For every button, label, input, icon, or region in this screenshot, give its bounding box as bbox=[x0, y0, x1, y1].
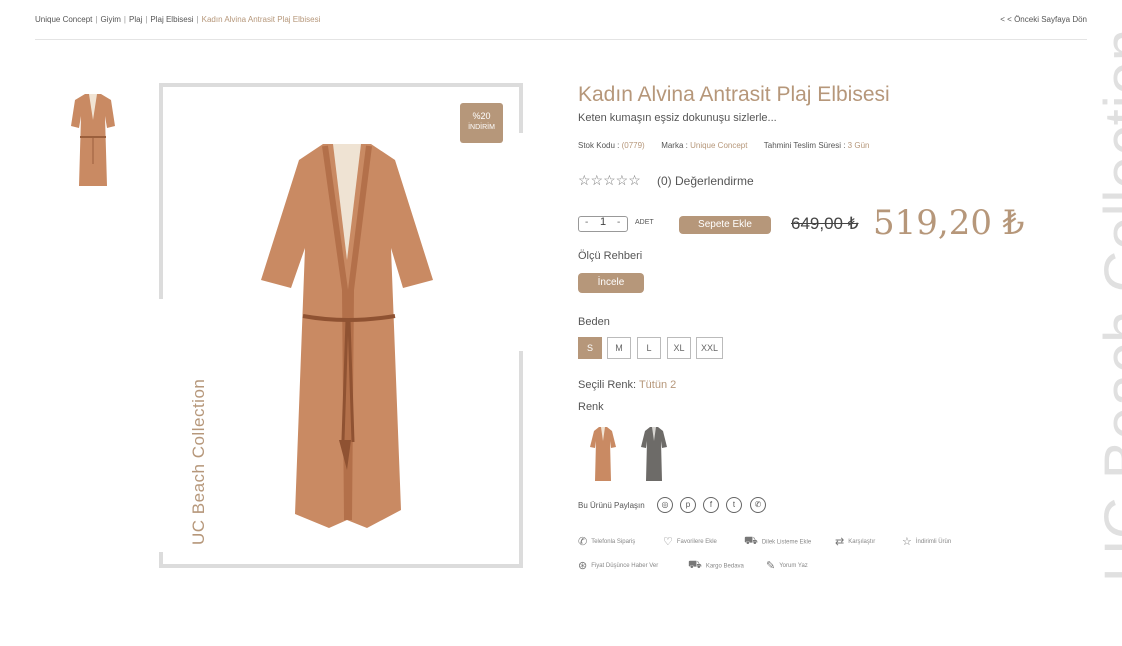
action-free-shipping[interactable]: ⛟ Kargo Bedava bbox=[688, 559, 744, 573]
brand-label: Marka : bbox=[661, 141, 688, 150]
size-option-m[interactable]: M bbox=[607, 337, 631, 359]
sale-price: 519,20 ₺ bbox=[873, 203, 1025, 243]
selected-color-value: Tütün 2 bbox=[638, 379, 677, 391]
brand-value[interactable]: Unique Concept bbox=[690, 141, 747, 150]
selected-color: Seçili Renk: Tütün 2 bbox=[578, 379, 676, 391]
stock-code-label: Stok Kodu : bbox=[578, 141, 620, 150]
price-tag-icon: ⊛ bbox=[578, 560, 588, 572]
heart-icon: ♡ bbox=[663, 536, 673, 548]
color-label: Renk bbox=[578, 401, 604, 413]
pen-icon: ✎ bbox=[766, 560, 776, 572]
breadcrumb-separator: | bbox=[145, 15, 148, 24]
cart-icon: ⛟ bbox=[744, 535, 758, 547]
action-discounted-product[interactable]: ☆ İndirimli Ürün bbox=[902, 535, 951, 548]
quantity-input[interactable]: 1 bbox=[600, 216, 606, 228]
size-option-xxl[interactable]: XXL bbox=[696, 337, 723, 359]
rating-count[interactable]: (0) Değerlendirme bbox=[657, 174, 754, 188]
product-subtitle: Keten kumaşın eşsiz dokunuşu sizlerle... bbox=[578, 112, 777, 124]
color-swatch-anthracite[interactable] bbox=[639, 425, 669, 485]
action-label: Kargo Bedava bbox=[705, 563, 744, 570]
breadcrumb-item[interactable]: Plaj bbox=[129, 15, 142, 24]
discount-percent: %20 bbox=[472, 111, 491, 121]
action-add-wishlist[interactable]: ⛟ Dilek Listeme Ekle bbox=[744, 535, 811, 549]
breadcrumb-item[interactable]: Unique Concept bbox=[35, 15, 92, 24]
action-add-favorites[interactable]: ♡ Favorilere Ekle bbox=[663, 535, 717, 548]
breadcrumb-separator: | bbox=[123, 15, 126, 24]
action-label: Karşılaştır bbox=[848, 539, 876, 546]
frame-border bbox=[519, 351, 523, 568]
breadcrumb: Unique Concept | Giyim | Plaj | Plaj Elbisesi |… bbox=[35, 15, 320, 24]
discount-label: İNDİRİM bbox=[468, 124, 495, 131]
product-main-image[interactable] bbox=[255, 140, 440, 530]
phone-icon: ✆ bbox=[578, 536, 588, 548]
color-swatch-tobacco[interactable] bbox=[588, 425, 618, 485]
facebook-icon[interactable]: f bbox=[703, 497, 719, 513]
breadcrumb-item[interactable]: Plaj Elbisesi bbox=[150, 15, 193, 24]
discount-badge: %20 İNDİRİM bbox=[460, 103, 503, 143]
frame-border bbox=[159, 83, 523, 87]
breadcrumb-separator: | bbox=[95, 15, 98, 24]
quantity-decrease-button[interactable]: - bbox=[585, 217, 588, 228]
breadcrumb-current: Kadın Alvina Antrasit Plaj Elbisesi bbox=[201, 15, 321, 24]
side-banner-text: UC Beach Collection bbox=[1093, 27, 1122, 582]
quantity-increase-button[interactable]: - bbox=[617, 217, 620, 228]
action-label: Dilek Listeme Ekle bbox=[761, 539, 812, 546]
product-thumbnail[interactable] bbox=[53, 86, 133, 194]
action-label: İndirimli Ürün bbox=[915, 539, 952, 546]
action-write-review[interactable]: ✎ Yorum Yaz bbox=[766, 559, 808, 572]
action-label: Yorum Yaz bbox=[779, 563, 808, 570]
action-compare[interactable]: ⇄ Karşılaştır bbox=[835, 535, 875, 548]
breadcrumb-item[interactable]: Giyim bbox=[100, 15, 120, 24]
action-price-alert[interactable]: ⊛ Fiyat Düşünce Haber Ver bbox=[578, 559, 658, 572]
twitter-icon[interactable]: t bbox=[726, 497, 742, 513]
selected-color-label: Seçili Renk: bbox=[578, 379, 637, 391]
size-option-l[interactable]: L bbox=[637, 337, 661, 359]
back-link[interactable]: < < Önceki Sayfaya Dön bbox=[1000, 15, 1087, 24]
delivery-value: 3 Gün bbox=[847, 141, 870, 150]
action-label: Favorilere Ekle bbox=[676, 539, 717, 546]
share-label: Bu Ürünü Paylaşın bbox=[578, 501, 645, 510]
size-option-s[interactable]: S bbox=[578, 337, 602, 359]
quantity-unit: ADET bbox=[635, 219, 654, 226]
compare-icon: ⇄ bbox=[835, 536, 845, 548]
product-title: Kadın Alvina Antrasit Plaj Elbisesi bbox=[578, 83, 890, 106]
whatsapp-icon[interactable]: ✆ bbox=[750, 497, 766, 513]
star-icon: ☆ bbox=[902, 536, 912, 548]
action-label: Fiyat Düşünce Haber Ver bbox=[591, 563, 659, 570]
breadcrumb-separator: | bbox=[196, 15, 199, 24]
instagram-icon[interactable]: ◎ bbox=[657, 497, 673, 513]
frame-border bbox=[159, 564, 523, 568]
product-meta: Stok Kodu : (0779) Marka : Unique Concep… bbox=[578, 141, 869, 150]
action-phone-order[interactable]: ✆ Telefonla Sipariş bbox=[578, 535, 635, 548]
size-label: Beden bbox=[578, 316, 610, 328]
delivery-label: Tahmini Teslim Süresi : bbox=[763, 141, 846, 150]
stock-code-value: (0779) bbox=[621, 141, 645, 150]
action-label: Telefonla Sipariş bbox=[591, 539, 636, 546]
pinterest-icon[interactable]: p bbox=[680, 497, 696, 513]
size-option-xl[interactable]: XL bbox=[667, 337, 691, 359]
gallery-side-text: UC Beach Collection bbox=[189, 378, 208, 545]
frame-border bbox=[159, 83, 163, 299]
size-guide-button[interactable]: İncele bbox=[578, 273, 644, 293]
size-guide-label: Ölçü Rehberi bbox=[578, 250, 643, 262]
frame-border bbox=[519, 83, 523, 133]
truck-icon: ⛟ bbox=[688, 559, 702, 571]
rating-stars[interactable]: ☆☆☆☆☆ bbox=[578, 172, 641, 189]
old-price: 649,00 ₺ bbox=[791, 214, 859, 233]
add-to-cart-button[interactable]: Sepete Ekle bbox=[679, 216, 771, 234]
divider bbox=[35, 39, 1087, 40]
